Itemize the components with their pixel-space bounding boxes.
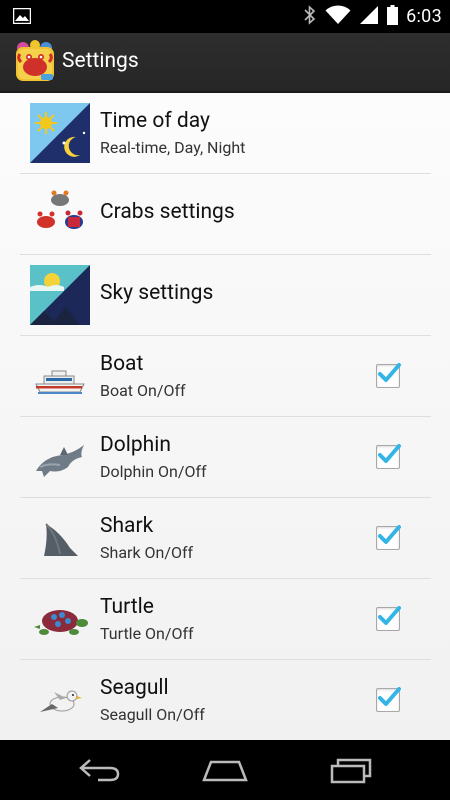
page-title: Settings [62,49,139,73]
setting-title: Crabs settings [100,200,235,224]
navigation-bar [0,740,450,800]
setting-dolphin[interactable]: Dolphin Dolphin On/Off [20,417,431,498]
bluetooth-icon [303,4,317,29]
signal-icon [359,5,379,29]
setting-sky[interactable]: Sky settings [20,255,431,336]
setting-subtitle: Shark On/Off [100,543,194,562]
setting-title: Seagull [100,676,169,700]
setting-title: Dolphin [100,433,171,457]
dolphin-icon [30,427,90,487]
seagull-checkbox[interactable] [376,687,401,712]
status-bar: 6:03 [0,0,450,33]
settings-list: Time of day Real-time, Day, Night Crabs … [0,93,450,740]
setting-crabs[interactable]: Crabs settings [20,174,431,255]
boat-icon [30,346,90,406]
app-logo-icon[interactable] [13,40,57,84]
turtle-checkbox[interactable] [376,606,401,631]
setting-subtitle: Turtle On/Off [100,624,194,643]
setting-turtle[interactable]: Turtle Turtle On/Off [20,579,431,660]
back-icon[interactable] [78,754,122,790]
battery-icon [387,4,399,29]
action-bar: Settings [0,33,450,93]
seagull-icon [30,670,90,730]
crabs-icon [30,184,90,244]
setting-title: Time of day [100,109,210,133]
shark-checkbox[interactable] [376,525,401,550]
setting-subtitle: Boat On/Off [100,381,186,400]
day-night-icon [30,103,90,163]
setting-subtitle: Dolphin On/Off [100,462,207,481]
boat-checkbox[interactable] [376,363,401,388]
sky-icon [30,265,90,325]
dolphin-checkbox[interactable] [376,444,401,469]
setting-seagull[interactable]: Seagull Seagull On/Off [20,660,431,740]
gallery-notification-icon [12,7,32,28]
wifi-icon [325,4,351,29]
home-icon[interactable] [201,754,249,790]
shark-fin-icon [30,508,90,568]
setting-subtitle: Real-time, Day, Night [100,138,246,157]
setting-title: Turtle [100,595,154,619]
setting-title: Sky settings [100,281,214,305]
setting-subtitle: Seagull On/Off [100,705,205,724]
status-clock: 6:03 [406,6,442,27]
setting-title: Shark [100,514,154,538]
setting-time-of-day[interactable]: Time of day Real-time, Day, Night [20,93,431,174]
setting-shark[interactable]: Shark Shark On/Off [20,498,431,579]
setting-boat[interactable]: Boat Boat On/Off [20,336,431,417]
recent-apps-icon[interactable] [329,754,373,790]
turtle-icon [30,589,90,649]
setting-title: Boat [100,352,144,376]
